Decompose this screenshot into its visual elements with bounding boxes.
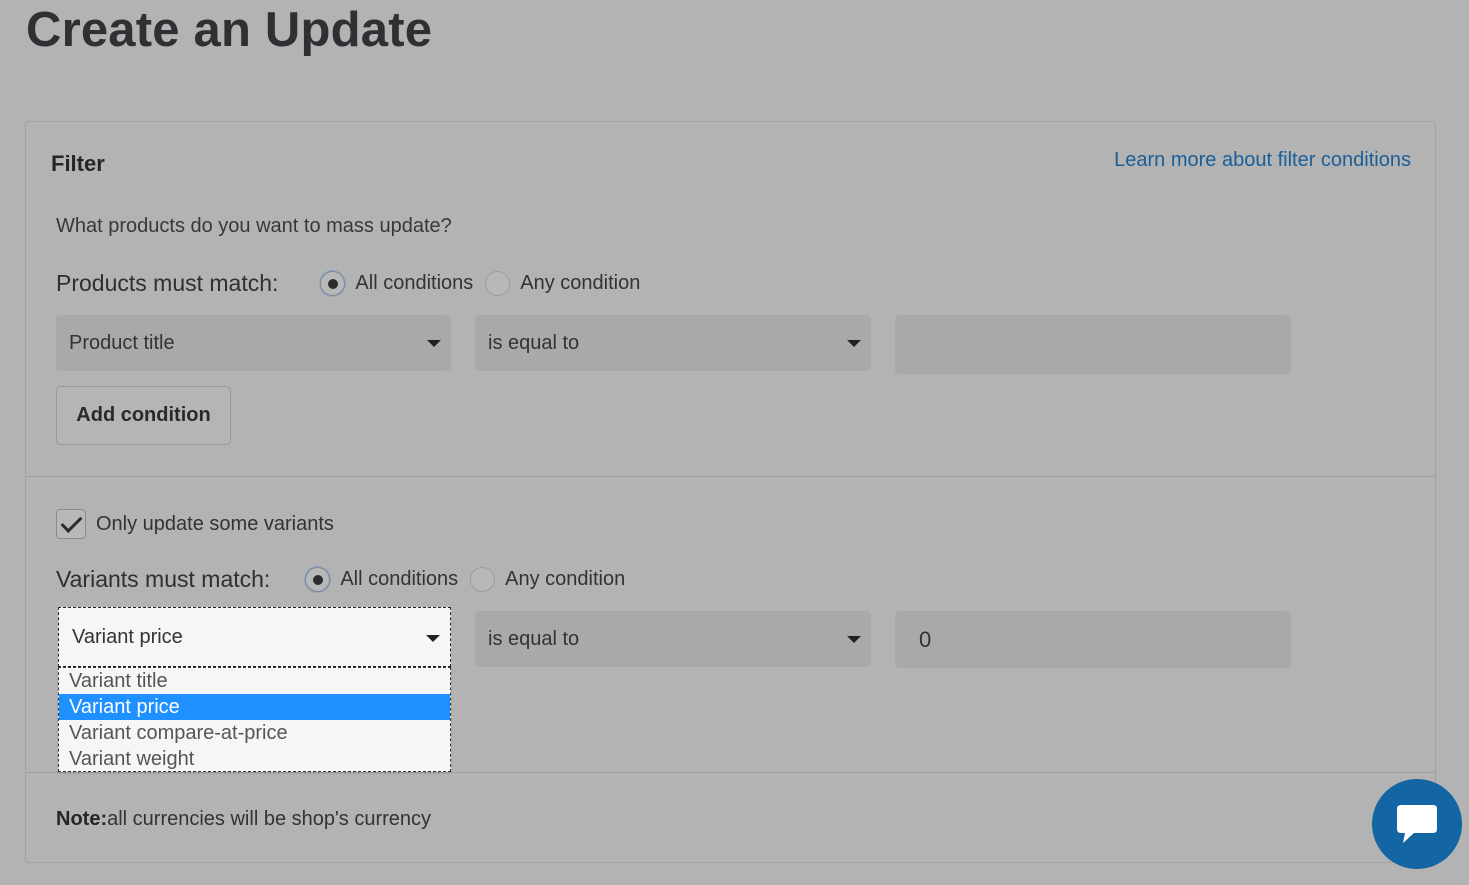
note-label: Note: — [56, 808, 108, 830]
product-value-input[interactable] — [895, 315, 1291, 374]
variant-field-dropdown[interactable]: Variant title Variant price Variant comp… — [58, 667, 451, 772]
dropdown-option-variant-compare-at-price[interactable]: Variant compare-at-price — [59, 720, 450, 746]
variants-match-row: Variants must match: All conditions Any … — [56, 566, 637, 593]
note-text: all currencies will be shop's currency — [107, 808, 432, 830]
caret-down-icon — [847, 636, 861, 643]
variant-operator-select[interactable]: is equal to — [475, 611, 871, 667]
variants-any-condition-radio[interactable] — [470, 567, 496, 592]
product-field-value: Product title — [69, 331, 175, 354]
page-title: Create an Update — [26, 3, 433, 57]
only-update-variants-checkbox[interactable] — [56, 509, 86, 539]
dropdown-option-variant-title[interactable]: Variant title — [59, 668, 450, 694]
products-match-row: Products must match: All conditions Any … — [56, 270, 652, 297]
variant-value-text: 0 — [919, 626, 932, 652]
variants-all-conditions-radio[interactable] — [305, 567, 331, 592]
variant-field-value: Variant price — [72, 625, 183, 648]
currency-note: Note:all currencies will be shop's curre… — [56, 808, 431, 831]
products-any-condition-radio[interactable] — [485, 271, 511, 296]
variants-all-conditions-label[interactable]: All conditions — [340, 568, 458, 591]
product-field-select[interactable]: Product title — [56, 315, 451, 371]
variant-field-select[interactable]: Variant price — [58, 607, 451, 667]
dropdown-option-variant-weight[interactable]: Variant weight — [59, 746, 450, 772]
variants-match-label: Variants must match: — [56, 566, 271, 592]
chat-button[interactable] — [1372, 779, 1462, 869]
products-any-condition-label[interactable]: Any condition — [520, 272, 640, 295]
dropdown-option-variant-price[interactable]: Variant price — [59, 694, 450, 720]
product-operator-value: is equal to — [488, 331, 580, 354]
section-divider — [26, 772, 1435, 773]
chat-bubble-icon — [1397, 805, 1437, 843]
filter-question: What products do you want to mass update… — [56, 215, 452, 237]
filter-title: Filter — [51, 151, 105, 176]
products-match-label: Products must match: — [56, 270, 279, 296]
product-operator-select[interactable]: is equal to — [475, 315, 871, 371]
caret-down-icon — [426, 635, 440, 642]
products-all-conditions-radio[interactable] — [320, 271, 346, 296]
variants-any-condition-label[interactable]: Any condition — [505, 568, 625, 591]
caret-down-icon — [427, 340, 441, 347]
only-update-variants-label[interactable]: Only update some variants — [96, 513, 334, 536]
learn-more-link[interactable]: Learn more about filter conditions — [1114, 149, 1411, 172]
variant-value-input[interactable]: 0 — [895, 611, 1291, 668]
caret-down-icon — [847, 340, 861, 347]
only-update-variants-row: Only update some variants — [56, 509, 334, 539]
add-condition-button[interactable]: Add condition — [56, 386, 231, 445]
variant-operator-value: is equal to — [488, 627, 580, 650]
products-all-conditions-label[interactable]: All conditions — [355, 272, 473, 295]
section-divider — [26, 476, 1435, 477]
